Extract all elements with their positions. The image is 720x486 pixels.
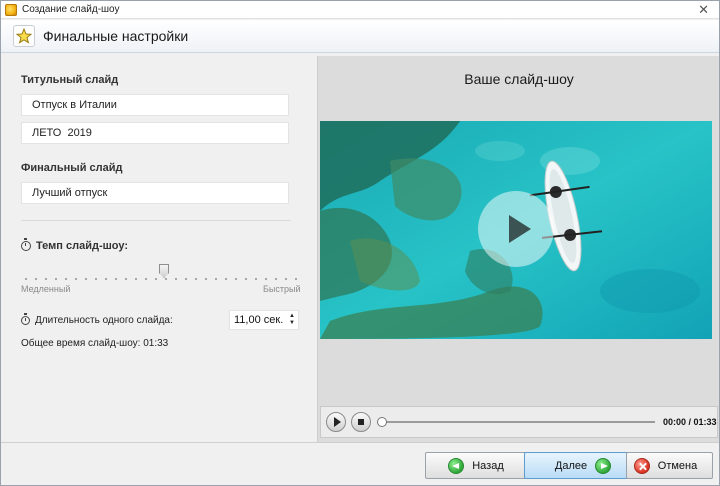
- page-title: Финальные настройки: [43, 28, 189, 44]
- tempo-label: Темп слайд-шоу:: [36, 240, 128, 252]
- title-slide-line2-input[interactable]: [21, 122, 289, 144]
- next-arrow-icon: [595, 457, 612, 474]
- video-preview[interactable]: [320, 121, 712, 339]
- play-icon: [333, 417, 341, 427]
- final-slide-label: Финальный слайд: [21, 162, 123, 174]
- timeline-knob[interactable]: [377, 417, 387, 427]
- slide-duration-stepper[interactable]: 11,00 сек. ▲ ▼: [229, 310, 299, 330]
- window-title: Создание слайд-шоу: [22, 4, 120, 15]
- back-button[interactable]: Назад: [425, 452, 535, 479]
- slide-duration-label: Длительность одного слайда:: [35, 315, 173, 326]
- tempo-slider-thumb[interactable]: [159, 264, 169, 278]
- next-button-label: Далее: [554, 459, 588, 472]
- star-icon: [13, 25, 35, 47]
- back-button-label: Назад: [472, 459, 504, 472]
- cancel-button[interactable]: Отмена: [626, 452, 713, 479]
- stepper-arrows-icon[interactable]: ▲ ▼: [289, 313, 295, 327]
- title-bar: Создание слайд-шоу ✕: [1, 1, 719, 19]
- timeline-scrubber[interactable]: [377, 417, 655, 427]
- player-controls: 00:00 / 01:33: [320, 406, 718, 438]
- stop-icon: [358, 419, 364, 425]
- cancel-icon: [633, 457, 650, 474]
- footer-divider: [1, 442, 719, 443]
- stop-button[interactable]: [351, 412, 371, 432]
- tempo-header: Темп слайд-шоу:: [21, 238, 128, 252]
- total-time-text: Общее время слайд-шоу: 01:33: [21, 338, 169, 349]
- tempo-slow-label: Медленный: [21, 284, 71, 294]
- settings-panel: Титульный слайд Финальный слайд Темп сла…: [1, 54, 317, 442]
- cancel-button-label: Отмена: [657, 459, 698, 472]
- back-arrow-icon: [448, 457, 465, 474]
- app-icon: [5, 3, 17, 16]
- timeline-track[interactable]: [377, 421, 655, 423]
- slide-duration-value: 11,00 сек.: [234, 314, 284, 326]
- play-overlay-button[interactable]: [478, 191, 554, 267]
- next-button[interactable]: Далее: [524, 452, 634, 479]
- tempo-slider-track[interactable]: [21, 278, 299, 280]
- tempo-fast-label: Быстрый: [263, 284, 301, 294]
- play-button[interactable]: [326, 412, 346, 432]
- slide-duration-row: Длительность одного слайда:: [21, 313, 173, 326]
- slideshow-window: Создание слайд-шоу ✕ Финальные настройки…: [0, 0, 720, 486]
- stopwatch-icon: [21, 238, 31, 251]
- preview-panel: Ваше слайд-шоу 00:00 / 01:33: [317, 56, 719, 442]
- divider: [21, 220, 291, 221]
- preview-title: Ваше слайд-шоу: [464, 71, 574, 87]
- final-slide-input[interactable]: [21, 182, 289, 204]
- tempo-slider[interactable]: [21, 264, 301, 282]
- star-icon-graphic: [16, 28, 32, 44]
- title-slide-label: Титульный слайд: [21, 74, 119, 86]
- page-header: Финальные настройки: [1, 20, 719, 53]
- clock-icon: [21, 313, 30, 325]
- title-slide-line1-input[interactable]: [21, 94, 289, 116]
- close-button[interactable]: ✕: [698, 3, 709, 16]
- timecode: 00:00 / 01:33: [663, 417, 717, 427]
